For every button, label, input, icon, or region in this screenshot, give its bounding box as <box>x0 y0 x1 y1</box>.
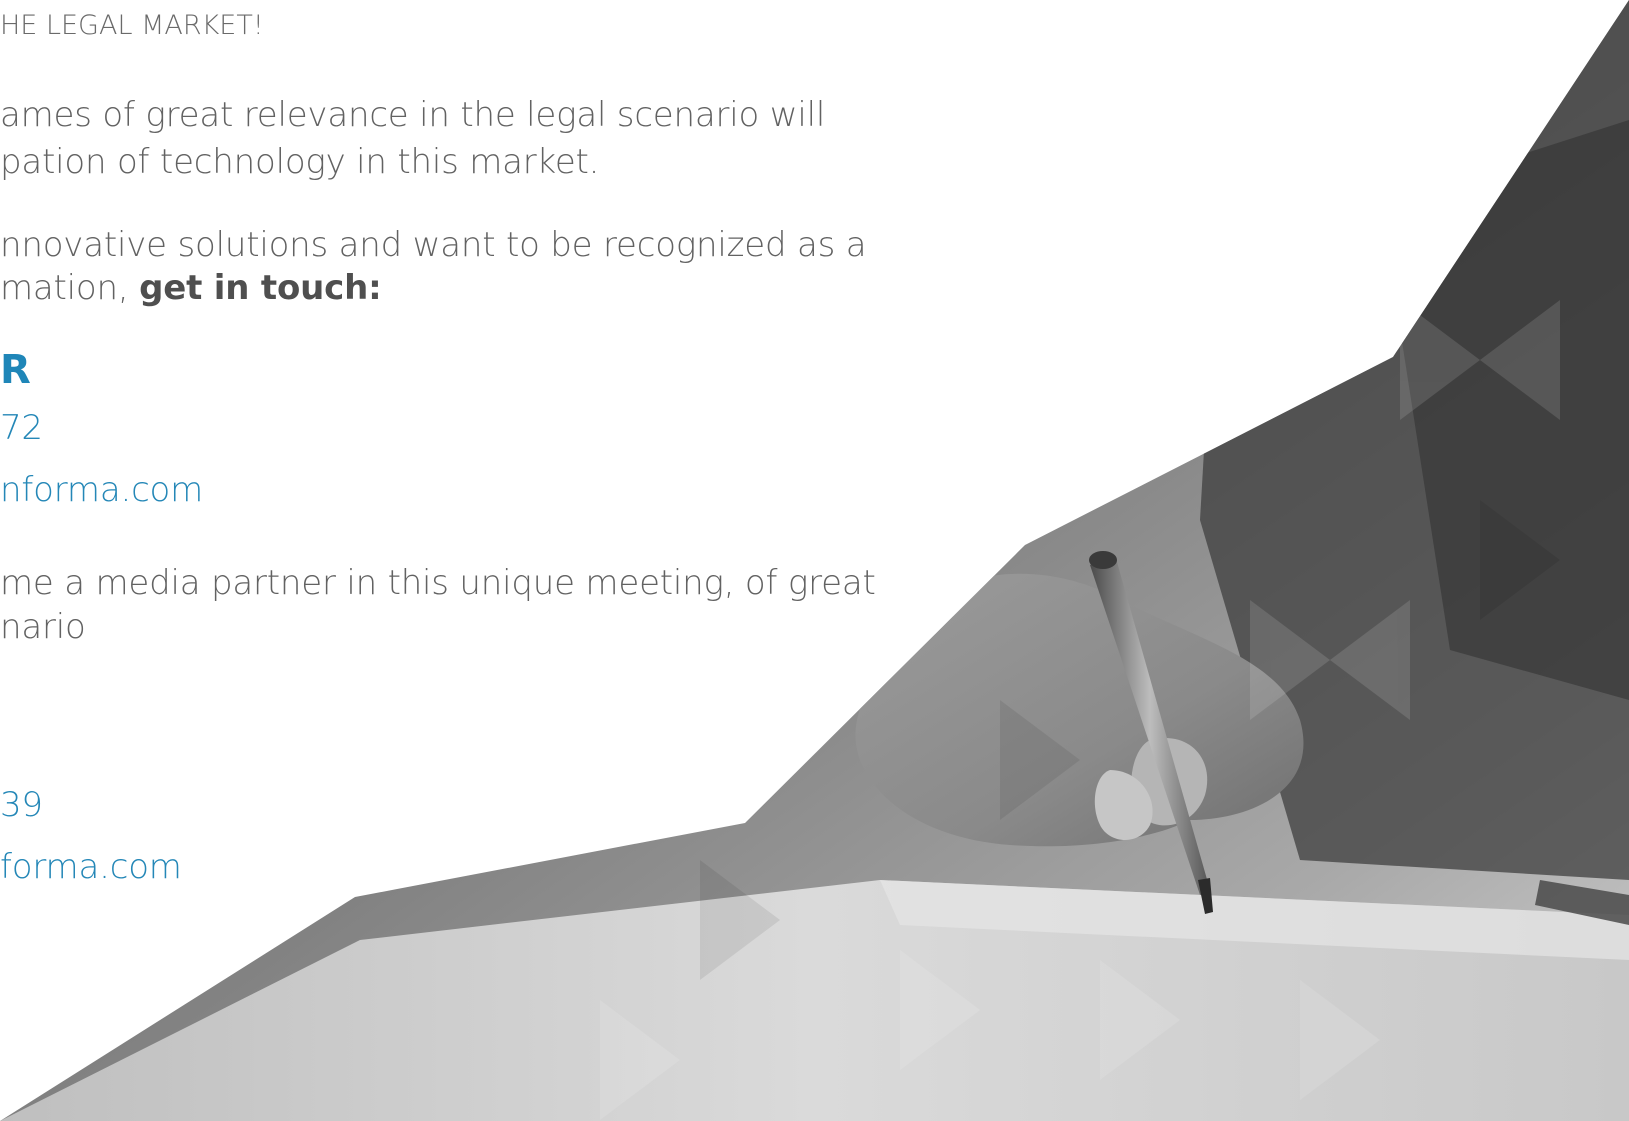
hand-writing-photo-panel <box>0 0 1629 1121</box>
